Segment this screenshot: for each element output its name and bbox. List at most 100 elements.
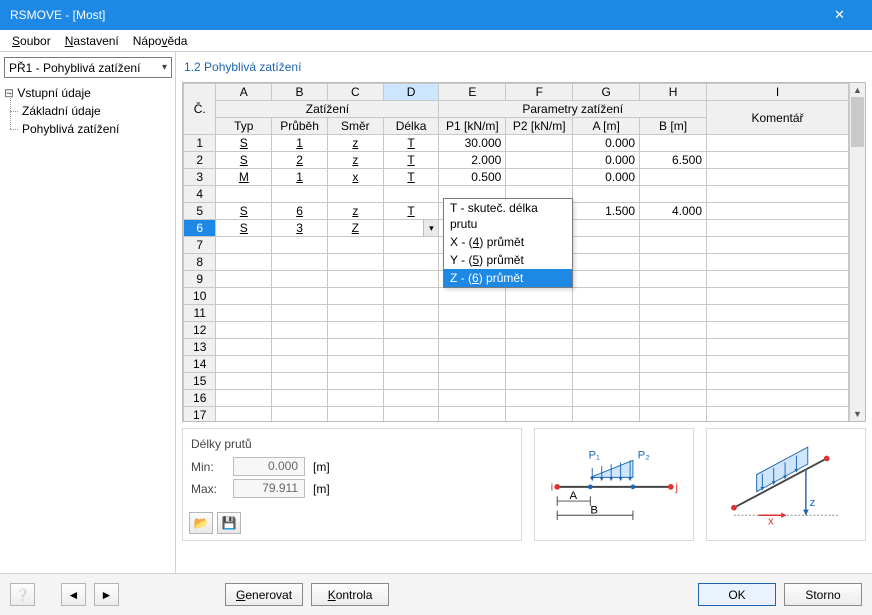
lengths-title: Délky prutů — [191, 437, 513, 451]
col-rownum: Č. — [184, 84, 216, 135]
table-row[interactable]: 10 — [184, 288, 849, 305]
table-row[interactable]: 11 — [184, 305, 849, 322]
vertical-scrollbar[interactable]: ▲ ▼ — [849, 83, 865, 421]
row-number: 8 — [184, 254, 216, 271]
col-letter: A — [216, 84, 272, 101]
col-letter: I — [707, 84, 849, 101]
row-number: 13 — [184, 339, 216, 356]
min-label: Min: — [191, 460, 225, 474]
menu-bar: Soubor Nastavení Nápověda — [0, 30, 872, 52]
case-combo[interactable]: PŘ1 - Pohyblivá zatížení ▾ — [4, 57, 172, 78]
title-bar: RSMOVE - [Most] ✕ — [0, 0, 872, 30]
close-button[interactable]: ✕ — [817, 0, 862, 30]
next-button[interactable]: ► — [94, 583, 119, 606]
table-row[interactable]: 3M1xT0.5000.000 — [184, 169, 849, 186]
dropdown-opt-z[interactable]: Z - (6) průmět — [444, 269, 572, 287]
row-number: 7 — [184, 237, 216, 254]
table-row[interactable]: 12 — [184, 322, 849, 339]
tree-item-zakladni[interactable]: Základní údaje — [4, 102, 171, 120]
dropdown-opt-t[interactable]: T - skuteč. délka prutu — [444, 199, 572, 233]
table-row[interactable]: 1S1zT30.0000.000 — [184, 135, 849, 152]
row-number: 4 — [184, 186, 216, 203]
svg-text:B: B — [590, 504, 598, 516]
menu-nastaveni[interactable]: Nastavení — [59, 32, 125, 50]
min-value: 0.000 — [233, 457, 305, 476]
col-header: P1 [kN/m] — [439, 118, 506, 135]
col-letter: F — [506, 84, 573, 101]
max-label: Max: — [191, 482, 225, 496]
col-header: A [m] — [573, 118, 640, 135]
table-row[interactable]: 13 — [184, 339, 849, 356]
row-number: 11 — [184, 305, 216, 322]
diagram-2: x z — [706, 428, 866, 541]
svg-text:P₂: P₂ — [638, 449, 650, 461]
row-number: 10 — [184, 288, 216, 305]
scroll-up-icon[interactable]: ▲ — [850, 83, 865, 97]
col-letter: G — [573, 84, 640, 101]
row-number: 5 — [184, 203, 216, 220]
lengths-panel: Délky prutů Min: 0.000 [m] Max: 79.911 [… — [182, 428, 522, 541]
col-header: Průběh — [272, 118, 328, 135]
left-panel: PŘ1 - Pohyblivá zatížení ▾ Vstupní údaje… — [0, 52, 176, 573]
kontrola-button[interactable]: Kontrola — [311, 583, 389, 606]
table-row[interactable]: 14 — [184, 356, 849, 373]
tree-item-pohybliva[interactable]: Pohyblivá zatížení — [4, 120, 171, 138]
col-letter: E — [439, 84, 506, 101]
col-group-zatizeni: Zatížení — [216, 101, 439, 118]
col-letter: H — [640, 84, 707, 101]
row-number: 17 — [184, 407, 216, 422]
generovat-button[interactable]: Generovat — [225, 583, 303, 606]
dropdown-opt-x[interactable]: X - (4) průmět — [444, 233, 572, 251]
table-row[interactable]: 16 — [184, 390, 849, 407]
right-panel: 1.2 Pohyblivá zatížení Č.ABCDEFGHIZatíže… — [176, 52, 872, 573]
diagram-1: P₁ P₂ i j A B — [534, 428, 694, 541]
scroll-thumb[interactable] — [851, 97, 864, 147]
help-button[interactable]: ❔ — [10, 583, 35, 606]
dropdown-opt-y[interactable]: Y - (5) průmět — [444, 251, 572, 269]
col-letter: C — [327, 84, 383, 101]
col-header: B [m] — [640, 118, 707, 135]
max-value: 79.911 — [233, 479, 305, 498]
open-folder-button[interactable]: 📂 — [189, 512, 213, 534]
delka-dropdown[interactable]: T - skuteč. délka prutu X - (4) průmět Y… — [443, 198, 573, 288]
nav-tree: Vstupní údaje Základní údaje Pohyblivá z… — [4, 84, 171, 138]
ok-button[interactable]: OK — [698, 583, 776, 606]
row-number: 16 — [184, 390, 216, 407]
row-number: 12 — [184, 322, 216, 339]
col-group-parametry: Parametry zatížení — [439, 101, 707, 118]
prev-button[interactable]: ◄ — [61, 583, 86, 606]
col-header: P2 [kN/m] — [506, 118, 573, 135]
col-komentar: Komentář — [707, 101, 849, 135]
row-number: 14 — [184, 356, 216, 373]
row-number: 6 — [184, 220, 216, 237]
row-number: 2 — [184, 152, 216, 169]
svg-text:j: j — [675, 482, 679, 494]
storno-button[interactable]: Storno — [784, 583, 862, 606]
delka-cell-dropdown[interactable]: ▾ — [383, 220, 439, 237]
footer-bar: ❔ ◄ ► Generovat Kontrola OK Storno — [0, 573, 872, 615]
svg-text:P₁: P₁ — [588, 449, 600, 461]
chevron-down-icon: ▾ — [423, 220, 438, 236]
svg-text:z: z — [810, 497, 816, 509]
table-row[interactable]: 2S2zT2.0000.0006.500 — [184, 152, 849, 169]
tree-root[interactable]: Vstupní údaje — [4, 84, 171, 102]
col-header: Směr — [327, 118, 383, 135]
window-title: RSMOVE - [Most] — [10, 8, 105, 22]
row-number: 15 — [184, 373, 216, 390]
scroll-down-icon[interactable]: ▼ — [850, 407, 865, 421]
svg-text:x: x — [768, 516, 774, 528]
chevron-down-icon: ▾ — [162, 62, 167, 73]
save-button[interactable]: 💾 — [217, 512, 241, 534]
col-header: Délka — [383, 118, 439, 135]
menu-napoveda[interactable]: Nápověda — [127, 32, 194, 50]
svg-text:A: A — [570, 490, 578, 502]
row-number: 3 — [184, 169, 216, 186]
table-row[interactable]: 17 — [184, 407, 849, 422]
section-title: 1.2 Pohyblivá zatížení — [182, 58, 866, 76]
row-number: 1 — [184, 135, 216, 152]
col-letter: B — [272, 84, 328, 101]
menu-soubor[interactable]: Soubor — [6, 32, 57, 50]
table-row[interactable]: 15 — [184, 373, 849, 390]
col-header: Typ — [216, 118, 272, 135]
row-number: 9 — [184, 271, 216, 288]
